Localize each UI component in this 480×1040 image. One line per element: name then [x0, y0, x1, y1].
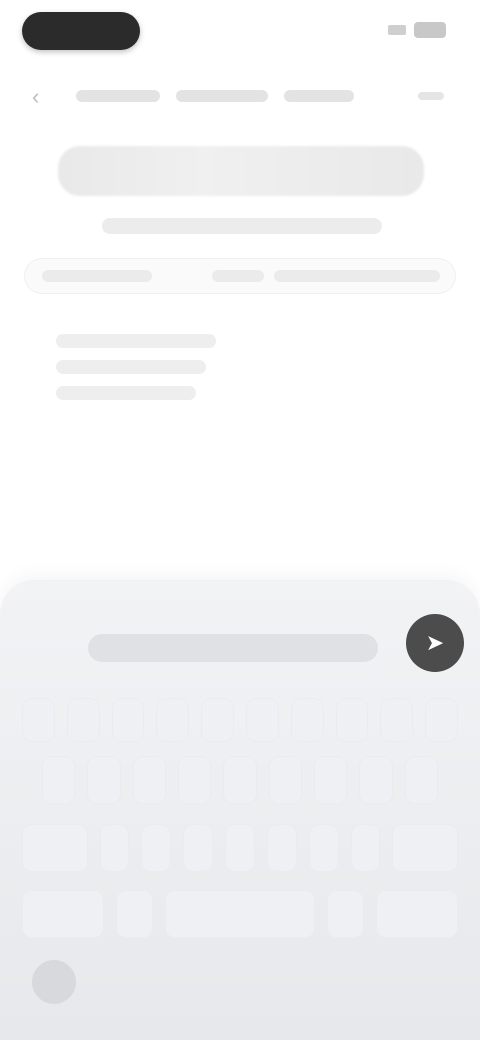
key[interactable] [111, 698, 145, 742]
list-item[interactable] [56, 386, 196, 400]
breadcrumb-item[interactable] [176, 90, 268, 102]
table-header-cell [274, 270, 440, 282]
backspace-key[interactable] [392, 824, 459, 872]
key[interactable] [132, 756, 166, 804]
key[interactable] [350, 824, 381, 872]
space-key[interactable] [165, 890, 315, 938]
return-key[interactable] [375, 890, 459, 938]
shift-key[interactable] [22, 824, 88, 872]
key[interactable] [177, 756, 212, 804]
key[interactable] [335, 698, 369, 742]
numbers-key[interactable] [22, 890, 105, 938]
more-icon[interactable] [418, 92, 444, 100]
keyboard-row [0, 698, 480, 742]
breadcrumb [76, 90, 354, 102]
key[interactable] [87, 756, 121, 804]
breadcrumb-item[interactable] [76, 90, 160, 102]
key[interactable] [268, 756, 302, 804]
send-icon: ➤ [425, 630, 445, 655]
keyboard-row [0, 890, 480, 938]
suggestion-bar[interactable] [88, 634, 378, 662]
key[interactable] [22, 698, 55, 742]
emoji-key[interactable] [116, 890, 154, 938]
keyboard-row [0, 824, 480, 872]
key[interactable] [223, 756, 257, 804]
period-key[interactable] [326, 890, 364, 938]
key[interactable] [290, 698, 324, 742]
key[interactable] [42, 756, 76, 804]
key[interactable] [425, 698, 458, 742]
key[interactable] [201, 698, 234, 742]
keyboard: ➤ [0, 580, 480, 1040]
key[interactable] [380, 698, 414, 742]
send-button[interactable]: ➤ [406, 614, 464, 672]
table-header-cell [42, 270, 152, 282]
page-title [58, 146, 424, 196]
table-header-cell [212, 270, 264, 282]
key[interactable] [313, 756, 348, 804]
signal-icon [388, 25, 406, 35]
status-pill [22, 12, 140, 50]
key[interactable] [404, 756, 438, 804]
key[interactable] [225, 824, 255, 872]
key[interactable] [359, 756, 393, 804]
page-subtitle [102, 218, 382, 234]
back-icon[interactable]: ‹ [32, 86, 50, 108]
key[interactable] [99, 824, 130, 872]
status-icons [388, 22, 446, 38]
breadcrumb-item[interactable] [284, 90, 354, 102]
globe-icon[interactable] [32, 960, 76, 1004]
key[interactable] [266, 824, 297, 872]
key[interactable] [141, 824, 172, 872]
top-bar: ‹ [0, 78, 480, 118]
key[interactable] [66, 698, 100, 742]
table-header [24, 258, 456, 294]
key[interactable] [183, 824, 214, 872]
key[interactable] [156, 698, 190, 742]
key[interactable] [245, 698, 279, 742]
keyboard-row [0, 756, 480, 804]
list-item[interactable] [56, 334, 216, 348]
battery-icon [414, 22, 446, 38]
key[interactable] [308, 824, 339, 872]
list-item[interactable] [56, 360, 206, 374]
